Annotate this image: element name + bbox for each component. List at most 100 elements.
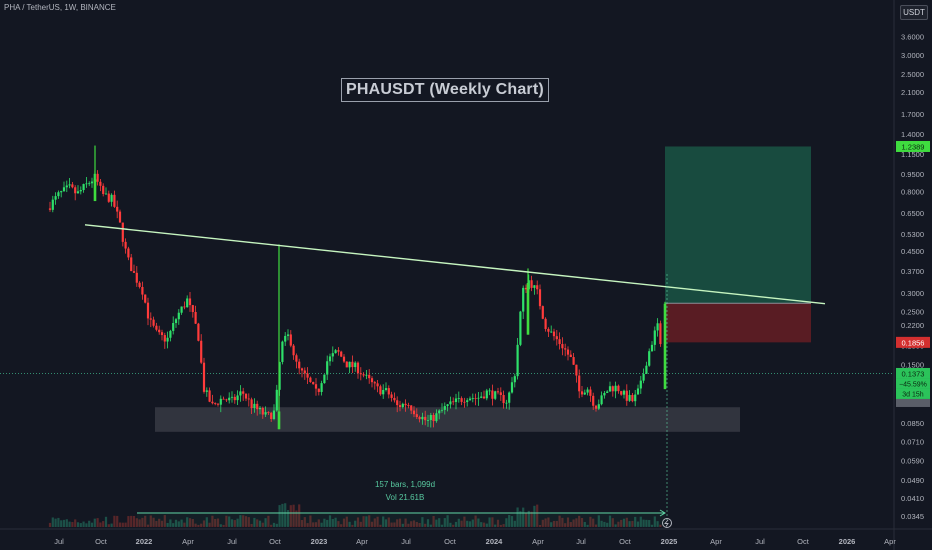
volume-bar <box>116 515 119 527</box>
candle-body <box>228 397 231 401</box>
candle-body <box>510 382 514 393</box>
candle-body <box>253 403 256 409</box>
candle-body <box>65 185 68 188</box>
candle-body <box>317 388 320 392</box>
candle-body <box>558 339 561 345</box>
candle-body <box>264 412 267 415</box>
y-tick-label: 0.3000 <box>901 289 924 298</box>
measure-bars-label: 157 bars, 1,099d <box>374 480 436 489</box>
candle-body <box>99 181 102 186</box>
volume-bar <box>99 522 102 527</box>
candle-body <box>376 383 379 387</box>
candle-body <box>513 376 516 383</box>
x-tick-label: Apr <box>182 537 194 546</box>
candle-body <box>300 368 304 371</box>
candle-body <box>284 335 287 342</box>
candle-body <box>183 306 186 308</box>
candle-body <box>653 330 656 345</box>
candle-body <box>60 191 63 193</box>
volume-bar <box>118 522 122 527</box>
current-price-label: 0.1373 <box>902 369 925 378</box>
candle-body <box>550 331 553 333</box>
candle-body <box>54 196 57 200</box>
candle-body <box>272 410 276 420</box>
candle-body <box>471 398 474 399</box>
candle-body <box>152 319 155 326</box>
x-tick-label: Apr <box>884 537 896 546</box>
candle-body <box>132 271 136 273</box>
chart-title: PHAUSDT (Weekly Chart) <box>341 78 549 102</box>
candle-body <box>656 323 659 331</box>
stop-loss-zone[interactable] <box>665 303 811 343</box>
currency-badge[interactable]: USDT <box>900 5 928 20</box>
candle-body <box>368 374 371 379</box>
volume-bar <box>60 520 63 527</box>
candle-body <box>211 401 214 404</box>
candle-body <box>186 298 189 308</box>
y-tick-label: 0.8000 <box>901 188 924 197</box>
volume-bar <box>104 516 108 527</box>
candle-body <box>485 390 488 399</box>
candle-body <box>516 344 519 377</box>
candle-body <box>583 392 586 395</box>
candle-body <box>219 398 222 405</box>
y-tick-label: 2.5000 <box>901 70 924 79</box>
candle-body <box>258 407 262 410</box>
candle-body <box>57 192 60 197</box>
candle-body <box>384 388 388 390</box>
candle-body <box>614 385 617 392</box>
y-tick-label: 3.0000 <box>901 51 924 60</box>
stop-price-label: 0.1856 <box>902 338 925 347</box>
x-tick-label: Jul <box>755 537 765 546</box>
x-tick-label: Oct <box>95 537 108 546</box>
candle-body <box>530 280 533 288</box>
candle-body <box>538 289 542 307</box>
candle-body <box>172 322 175 331</box>
candle-body <box>289 334 292 346</box>
candle-body <box>370 378 374 383</box>
candle-body <box>202 362 206 392</box>
candle-body <box>281 341 284 362</box>
candle-body <box>589 389 592 396</box>
candle-body <box>642 373 645 381</box>
volume-bar <box>79 523 82 527</box>
candle-body <box>244 393 248 399</box>
candle-body <box>51 199 54 210</box>
volume-bar <box>85 523 88 527</box>
candle-body <box>488 390 491 392</box>
x-tick-label: 2023 <box>311 537 328 546</box>
candle-body <box>194 312 197 324</box>
candle-body <box>76 191 80 194</box>
volume-bar <box>62 519 66 527</box>
candle-body <box>124 241 127 249</box>
y-tick-label: 0.6500 <box>901 209 924 218</box>
candle-body <box>239 391 242 396</box>
candle-body <box>566 349 570 355</box>
candle-body <box>298 361 301 369</box>
candle-body <box>102 185 105 194</box>
y-tick-label: 0.5300 <box>901 230 924 239</box>
candle-body <box>144 294 147 303</box>
candle-body <box>247 398 250 400</box>
x-tick-label: Jul <box>54 537 64 546</box>
candle-body <box>611 386 614 392</box>
x-tick-label: Oct <box>444 537 457 546</box>
profit-zone[interactable] <box>665 146 811 304</box>
candle-body <box>250 399 253 409</box>
candle-body <box>398 405 402 408</box>
candle-body <box>141 286 144 295</box>
candle-body <box>88 183 91 185</box>
candle-body <box>443 406 446 410</box>
candle-body <box>449 401 452 405</box>
volume-bar <box>130 515 133 527</box>
volume-bar <box>68 521 71 527</box>
candle-body <box>555 336 558 340</box>
candle-body <box>275 389 278 411</box>
candle-body <box>502 395 505 404</box>
y-tick-label: 3.6000 <box>901 32 924 41</box>
x-tick-label: Apr <box>356 537 368 546</box>
candle-body <box>295 355 298 362</box>
candle-body <box>236 395 239 401</box>
countdown-label: 3d 15h <box>902 391 924 398</box>
candle-body <box>418 417 421 420</box>
